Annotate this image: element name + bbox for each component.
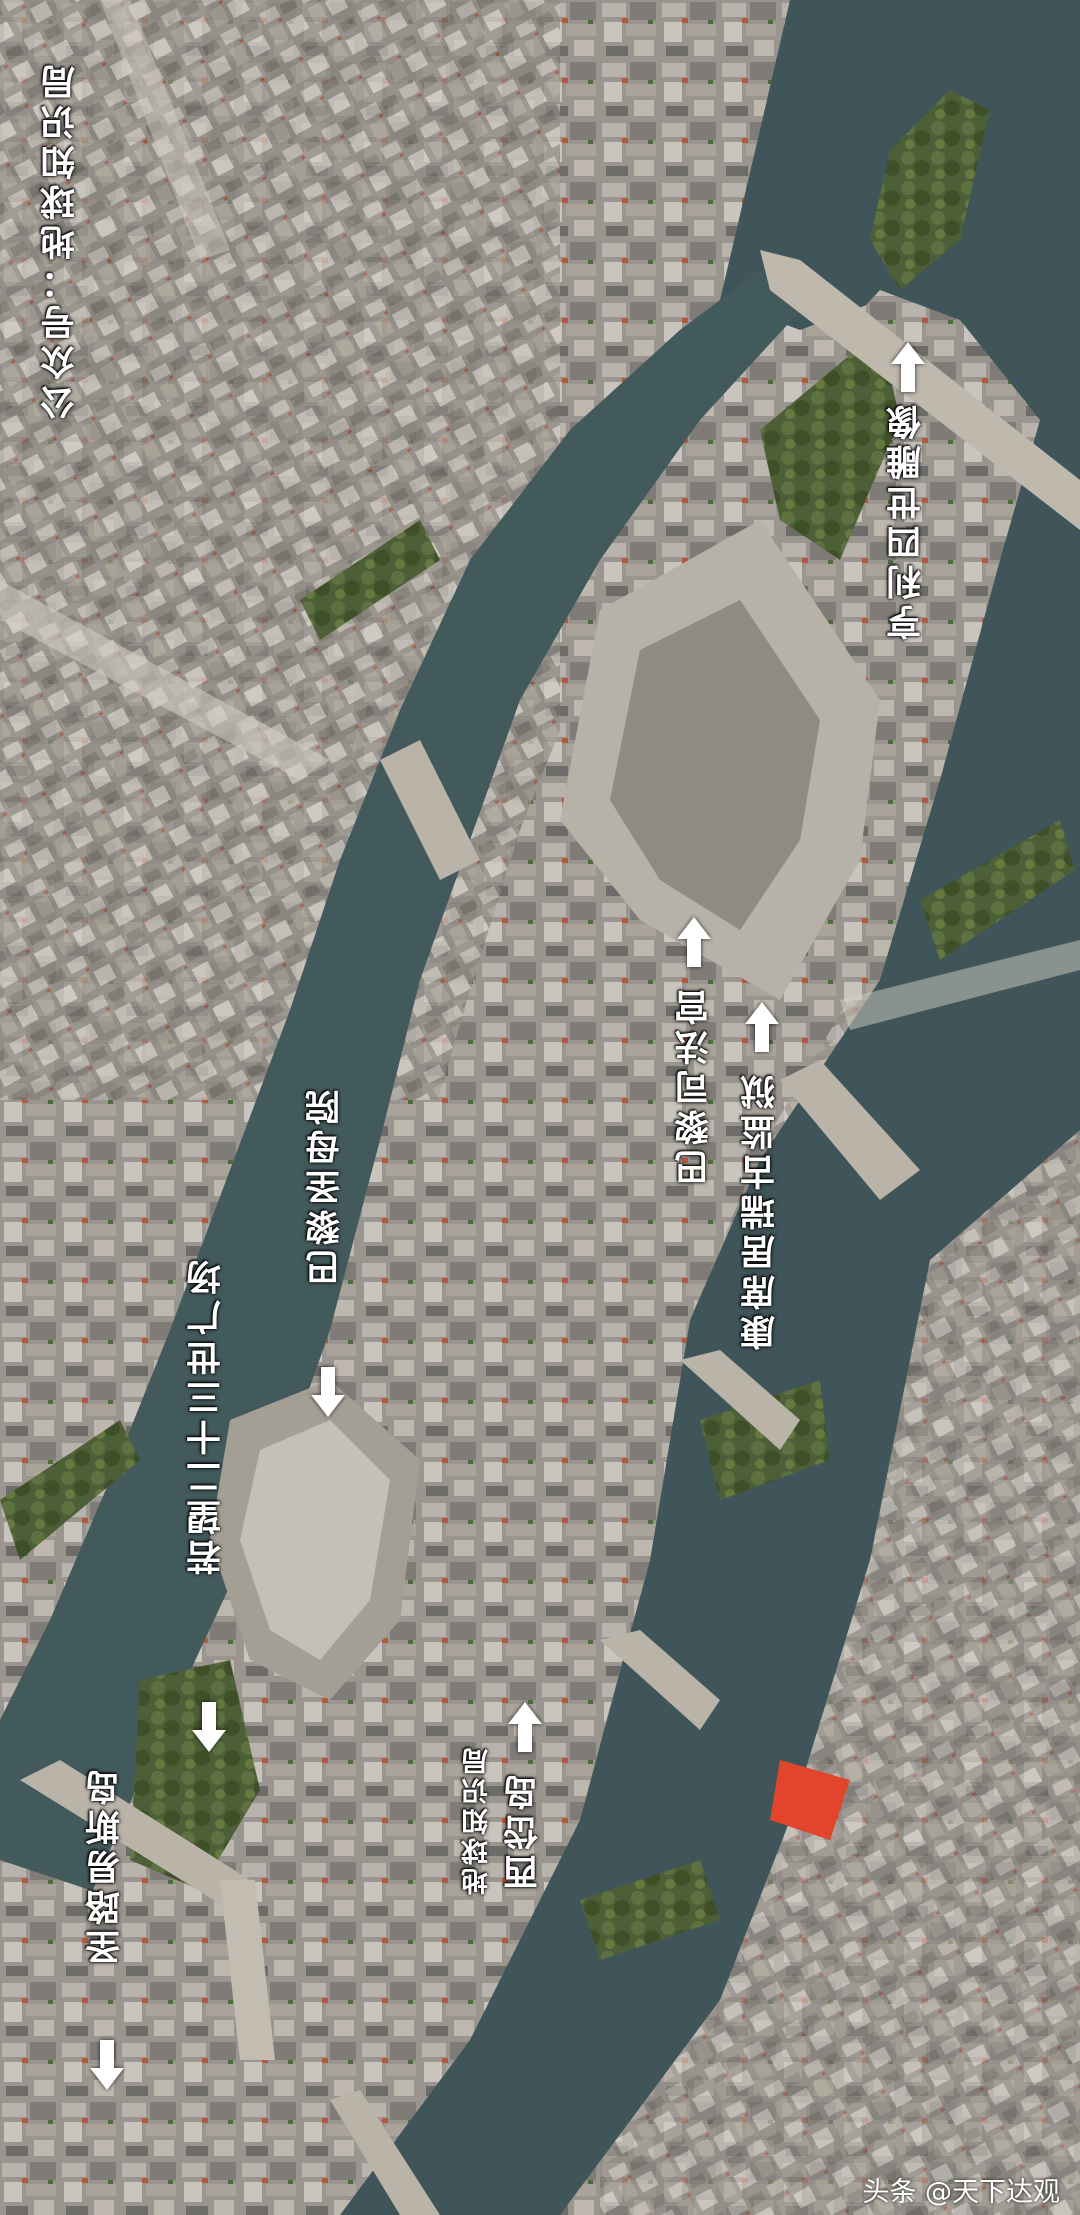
arrow-icon — [675, 915, 713, 969]
label-john-xxiii-square: 若望二十三世广场 — [187, 1255, 227, 1575]
arrow-icon — [506, 1700, 544, 1754]
label-ile-saint-louis: 圣路易斯岛 — [86, 1765, 126, 1965]
arrow-icon — [309, 1365, 347, 1419]
arrow-icon — [889, 340, 927, 394]
label-ile-cite: 西岱岛 — [504, 1770, 544, 1890]
watermark: 头条 @天下达观 — [862, 2177, 1060, 2208]
label-henri-iv-statue: 亨利四世雕像 — [887, 400, 927, 640]
arrow-icon — [88, 2038, 126, 2092]
label-palais-justice: 巴黎司法宫 — [675, 985, 715, 1185]
label-credit-top: 公众号：地球知识局 — [41, 60, 81, 420]
arrow-icon — [743, 1000, 781, 1054]
label-notre-dame: 巴黎圣母院 — [306, 1085, 346, 1285]
label-conciergerie: 康席居瑞古监狱 — [741, 1070, 781, 1350]
label-credit-bottom: 地球知识局 — [462, 1745, 493, 1895]
arrow-icon — [190, 1700, 228, 1754]
